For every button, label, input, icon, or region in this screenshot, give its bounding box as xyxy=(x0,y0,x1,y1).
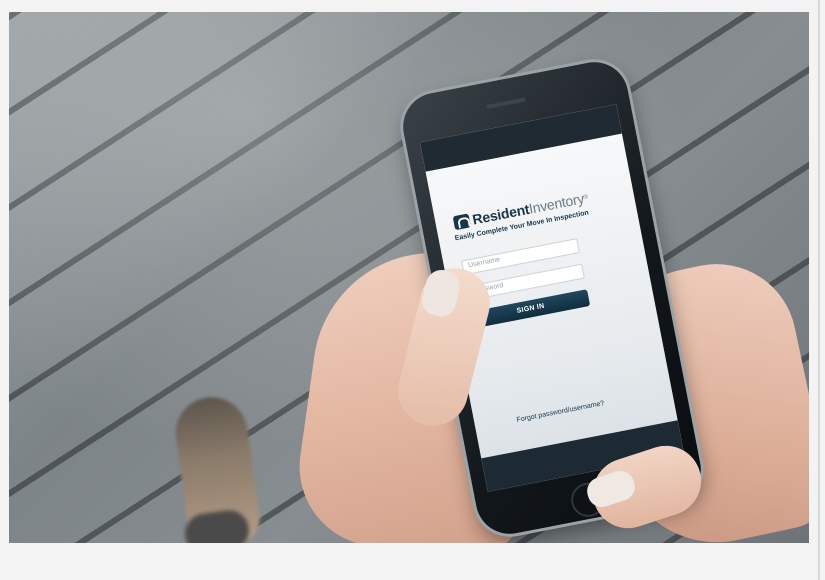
logo-trademark: ® xyxy=(583,194,589,202)
username-placeholder: Username xyxy=(467,256,501,270)
speaker-grille xyxy=(485,97,526,109)
sign-in-label: SIGN IN xyxy=(516,302,546,315)
page-edge-divider xyxy=(818,0,820,580)
hero-photo: Resident Inventory ® Easily Complete You… xyxy=(9,12,809,543)
page: Resident Inventory ® Easily Complete You… xyxy=(0,0,825,580)
house-logo-icon xyxy=(452,213,471,231)
